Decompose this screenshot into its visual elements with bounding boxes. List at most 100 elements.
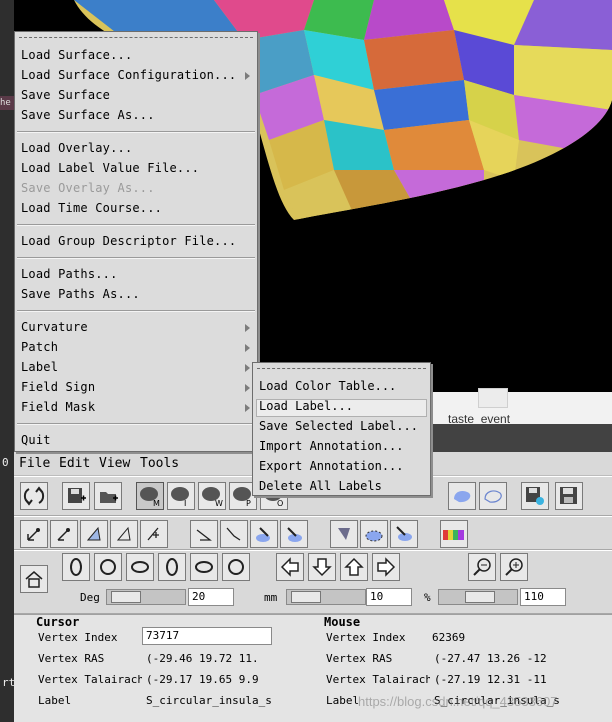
path-tool-button[interactable] xyxy=(110,520,138,548)
folder-plus-icon xyxy=(100,492,118,503)
main-surface-button[interactable]: M xyxy=(136,482,164,510)
menu-item-save-surface-as[interactable]: Save Surface As... xyxy=(21,108,155,122)
menu-tearoff[interactable] xyxy=(257,368,426,369)
submenu-item-delete-all-labels[interactable]: Delete All Labels xyxy=(259,479,382,493)
watermark: https://blog.csdn.net/qq_43533607 xyxy=(358,694,558,709)
plus-tool-button[interactable] xyxy=(140,520,168,548)
slider-thumb[interactable] xyxy=(465,591,495,603)
home-button[interactable] xyxy=(20,565,48,593)
menu-item-label[interactable]: Label xyxy=(21,360,58,374)
menu-item-load-paths[interactable]: Load Paths... xyxy=(21,267,118,281)
surface-button-letter: P xyxy=(246,499,251,508)
move-down-button[interactable] xyxy=(308,553,336,581)
surface-button-letter: M xyxy=(153,499,160,508)
rotate-x-button[interactable] xyxy=(126,553,154,581)
menu-item-load-time-course[interactable]: Load Time Course... xyxy=(21,201,162,215)
cursor-vertex-ras-value: (-29.46 19.72 11. xyxy=(146,652,259,665)
rotate-z-neg-button[interactable] xyxy=(222,553,250,581)
rotate-z-button[interactable] xyxy=(94,553,122,581)
mouse-vertex-index-label: Vertex Index xyxy=(326,631,406,644)
submenu-item-save-selected-label[interactable]: Save Selected Label... xyxy=(259,419,418,433)
rotate-y-pos-button[interactable] xyxy=(158,553,186,581)
rotate-icon xyxy=(195,561,213,573)
deg-field[interactable]: 20 xyxy=(188,588,234,606)
line-tool-button[interactable] xyxy=(190,520,218,548)
menu-tools[interactable]: Tools xyxy=(140,456,179,471)
edit-tool-button[interactable] xyxy=(50,520,78,548)
cursor-vertex-talairach-label: Vertex Talairach xyxy=(38,673,142,686)
polyline-tool-button[interactable] xyxy=(220,520,248,548)
select-tool-button[interactable] xyxy=(80,520,108,548)
menu-item-load-surface-configuration[interactable]: Load Surface Configuration... xyxy=(21,68,236,82)
navigate-tool-button[interactable] xyxy=(20,520,48,548)
save-screenshot-button[interactable] xyxy=(521,482,549,510)
slider-thumb[interactable] xyxy=(111,591,141,603)
zoom-field[interactable]: 110 xyxy=(520,588,566,606)
fill-dashed-button[interactable] xyxy=(360,520,388,548)
rotate-arrows-button[interactable] xyxy=(20,482,48,510)
menu-view[interactable]: View xyxy=(99,456,130,471)
move-right-button[interactable] xyxy=(372,553,400,581)
save-all-button[interactable] xyxy=(555,482,583,510)
cursor-arrow-icon xyxy=(27,528,40,541)
cursor-vertex-index-field[interactable]: 73717 xyxy=(142,627,272,645)
menu-edit[interactable]: Edit xyxy=(59,456,90,471)
rotate-y-neg-button[interactable] xyxy=(62,553,90,581)
submenu-item-load-color-table[interactable]: Load Color Table... xyxy=(259,379,396,393)
cursor-label-value: S_circular_insula_s xyxy=(146,694,272,707)
menu-tearoff[interactable] xyxy=(19,37,253,38)
label-submenu: Load Color Table... Load Label... Save S… xyxy=(252,362,431,496)
custom-fill-button[interactable] xyxy=(330,520,358,548)
colorbar-button[interactable] xyxy=(440,520,468,548)
submenu-item-export-annotation[interactable]: Export Annotation... xyxy=(259,459,404,473)
submenu-item-import-annotation[interactable]: Import Annotation... xyxy=(259,439,404,453)
menu-item-load-overlay[interactable]: Load Overlay... xyxy=(21,141,132,155)
mm-slider[interactable] xyxy=(286,589,366,605)
label-blob-button[interactable] xyxy=(448,482,476,510)
rotate-icon xyxy=(131,561,149,573)
zoom-in-icon xyxy=(505,558,523,576)
menu-item-curvature[interactable]: Curvature xyxy=(21,320,88,334)
polyline-cursor-icon xyxy=(226,527,241,541)
submenu-arrow-icon xyxy=(245,384,250,392)
deg-slider[interactable] xyxy=(106,589,186,605)
menu-item-field-sign[interactable]: Field Sign xyxy=(21,380,95,394)
menu-item-load-label-value-file[interactable]: Load Label Value File... xyxy=(21,161,199,175)
triangle-cursor-icon xyxy=(86,526,101,541)
file-menu: Load Surface... Load Surface Configurati… xyxy=(14,31,258,452)
zoom-in-button[interactable] xyxy=(500,553,528,581)
save-file-button[interactable] xyxy=(62,482,90,510)
white-surface-button[interactable]: W xyxy=(198,482,226,510)
zoom-out-button[interactable] xyxy=(468,553,496,581)
submenu-item-load-label[interactable]: Load Label... xyxy=(259,399,353,413)
rotate-x-neg-button[interactable] xyxy=(190,553,218,581)
inflated-surface-button[interactable]: I xyxy=(167,482,195,510)
percent-label: % xyxy=(424,591,431,604)
file-icon[interactable] xyxy=(478,388,508,408)
menu-item-quit[interactable]: Quit xyxy=(21,433,51,447)
cursor-heading: Cursor xyxy=(36,615,80,629)
menu-item-save-surface[interactable]: Save Surface xyxy=(21,88,110,102)
move-up-button[interactable] xyxy=(340,553,368,581)
menu-item-save-paths-as[interactable]: Save Paths As... xyxy=(21,287,140,301)
arrow-up-icon xyxy=(344,557,364,576)
draw-label-button[interactable] xyxy=(280,520,308,548)
cursor-arrow-icon xyxy=(57,528,70,541)
zoom-slider[interactable] xyxy=(438,589,518,605)
move-left-button[interactable] xyxy=(276,553,304,581)
label-outline-button[interactable] xyxy=(479,482,507,510)
menu-item-field-mask[interactable]: Field Mask xyxy=(21,400,95,414)
slider-thumb[interactable] xyxy=(291,591,321,603)
menu-item-load-surface[interactable]: Load Surface... xyxy=(21,48,132,62)
menu-item-patch[interactable]: Patch xyxy=(21,340,58,354)
menu-item-save-overlay-as: Save Overlay As... xyxy=(21,181,155,195)
submenu-arrow-icon xyxy=(245,72,250,80)
menu-separator xyxy=(17,224,255,226)
surface-button-letter: O xyxy=(277,499,283,508)
menu-file[interactable]: File xyxy=(19,456,50,471)
menu-item-load-group-descriptor[interactable]: Load Group Descriptor File... xyxy=(21,234,236,248)
fill-label-button[interactable] xyxy=(250,520,278,548)
erase-label-button[interactable] xyxy=(390,520,418,548)
mm-field[interactable]: 10 xyxy=(366,588,412,606)
open-file-button[interactable] xyxy=(94,482,122,510)
